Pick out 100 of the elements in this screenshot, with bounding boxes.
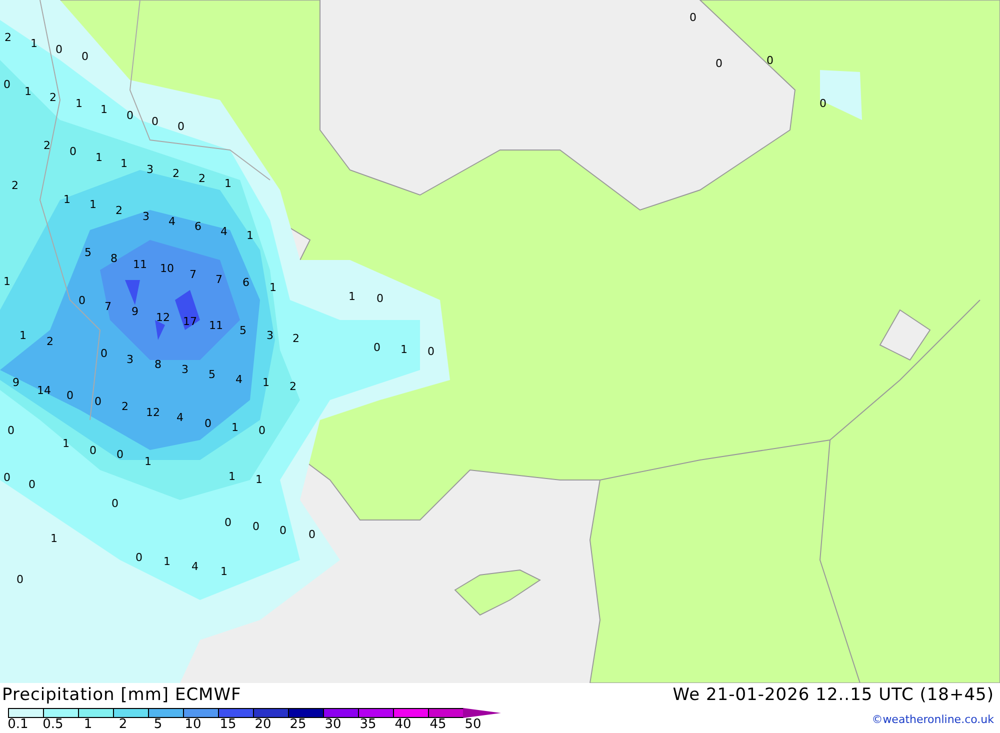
precipitation-value: 0 xyxy=(690,12,696,24)
legend-tick-label: 10 xyxy=(184,718,202,732)
precipitation-value: 5 xyxy=(240,325,246,337)
precipitation-value: 0 xyxy=(82,51,88,63)
precipitation-value: 6 xyxy=(242,277,250,289)
precipitation-value: 3 xyxy=(146,164,154,176)
precipitation-value: 0 xyxy=(136,552,142,564)
precipitation-value: 1 xyxy=(20,330,26,342)
precipitation-value: 4 xyxy=(168,216,176,228)
precipitation-value: 2 xyxy=(12,180,18,192)
precipitation-value: 0 xyxy=(4,472,10,484)
precipitation-value: 3 xyxy=(142,211,150,223)
precipitation-value: 2 xyxy=(290,381,296,393)
precipitation-value: 1 xyxy=(164,556,170,568)
precipitation-value: 1 xyxy=(232,422,238,434)
precipitation-value: 12 xyxy=(146,407,160,419)
legend-tick-label: 40 xyxy=(394,718,412,732)
legend-tick-label: 30 xyxy=(324,718,342,732)
precipitation-value: 3 xyxy=(126,354,134,366)
precipitation-value: 3 xyxy=(266,330,274,342)
precipitation-value: 1 xyxy=(400,344,408,356)
precipitation-value: 1 xyxy=(246,230,254,242)
legend-tick-label: 20 xyxy=(254,718,272,732)
precipitation-value: 1 xyxy=(30,38,38,50)
precipitation-value: 2 xyxy=(46,336,54,348)
precipitation-value: 0 xyxy=(66,390,74,402)
precipitation-value: 1 xyxy=(228,471,236,483)
precipitation-value: 6 xyxy=(194,221,202,233)
precipitation-value: 0 xyxy=(126,110,134,122)
precipitation-value: 5 xyxy=(84,247,92,259)
legend-arrow-icon xyxy=(463,708,501,718)
precipitation-value: 0 xyxy=(16,574,24,586)
precipitation-value: 2 xyxy=(172,168,180,180)
forecast-datetime: We 21-01-2026 12..15 UTC (18+45) xyxy=(672,685,994,705)
precipitation-value: 1 xyxy=(24,86,32,98)
precipitation-value: 2 xyxy=(292,333,300,345)
precipitation-value: 0 xyxy=(8,425,14,437)
legend-tick-label: 25 xyxy=(288,718,308,732)
precipitation-value: 0 xyxy=(78,295,86,307)
precipitation-value: 12 xyxy=(156,312,170,324)
precipitation-value: 0 xyxy=(280,525,286,537)
precipitation-value: 0 xyxy=(766,55,774,67)
precipitation-value: 0 xyxy=(4,79,10,91)
precipitation-value: 1 xyxy=(90,199,96,211)
precipitation-value: 8 xyxy=(110,253,118,265)
precipitation-value: 1 xyxy=(120,158,128,170)
precipitation-value: 2 xyxy=(44,140,50,152)
precipitation-value: 1 xyxy=(270,282,276,294)
precipitation-value: 1 xyxy=(262,377,270,389)
precipitation-value: 7 xyxy=(216,274,222,286)
precipitation-value: 2 xyxy=(122,401,128,413)
precipitation-value: 1 xyxy=(96,152,102,164)
precipitation-value: 0 xyxy=(204,418,212,430)
legend-tick-label: 0.5 xyxy=(42,718,64,732)
precipitation-value: 0 xyxy=(252,521,260,533)
precipitation-value: 1 xyxy=(348,291,356,303)
precipitation-value: 0 xyxy=(820,98,826,110)
precipitation-value: 0 xyxy=(112,498,118,510)
precipitation-value: 4 xyxy=(176,412,184,424)
precipitation-value: 9 xyxy=(132,306,138,318)
precipitation-value: 2 xyxy=(50,92,56,104)
precipitation-value: 1 xyxy=(256,474,262,486)
precipitation-value: 1 xyxy=(4,276,10,288)
precipitation-value: 0 xyxy=(56,44,62,56)
precipitation-value: 4 xyxy=(192,561,198,573)
precipitation-value: 1 xyxy=(62,438,70,450)
precipitation-value: 0 xyxy=(716,58,722,70)
precipitation-value: 0 xyxy=(374,342,380,354)
precipitation-value: 11 xyxy=(209,320,223,332)
precipitation-value: 0 xyxy=(28,479,36,491)
precipitation-value: 1 xyxy=(220,566,228,578)
precipitation-value: 8 xyxy=(154,359,162,371)
precipitation-value: 0 xyxy=(258,425,266,437)
precipitation-value: 2 xyxy=(198,173,206,185)
precipitation-value: 5 xyxy=(208,369,216,381)
precipitation-value: 0 xyxy=(224,517,232,529)
precipitation-value: 0 xyxy=(70,146,76,158)
legend-tick-label: 5 xyxy=(152,718,164,732)
legend-tick-label: 45 xyxy=(428,718,448,732)
precipitation-value: 0 xyxy=(100,348,108,360)
precipitation-value: 0 xyxy=(308,529,316,541)
precipitation-value: 0 xyxy=(376,293,384,305)
legend-tick-label: 1 xyxy=(82,718,94,732)
precipitation-value: 11 xyxy=(133,259,147,271)
precipitation-value: 1 xyxy=(224,178,232,190)
precipitation-value: 9 xyxy=(12,377,20,389)
chart-title: Precipitation [mm] ECMWF xyxy=(2,685,242,705)
precipitation-value: 0 xyxy=(152,116,158,128)
precipitation-value: 7 xyxy=(104,301,112,313)
precipitation-value: 0 xyxy=(90,445,96,457)
credit-link[interactable]: ©weatheronline.co.uk xyxy=(872,713,994,726)
precipitation-value: 0 xyxy=(116,449,124,461)
precipitation-value: 0 xyxy=(428,346,434,358)
precipitation-value: 10 xyxy=(160,263,174,275)
precipitation-value: 1 xyxy=(50,533,58,545)
precipitation-value: 2 xyxy=(4,32,12,44)
precipitation-value: 1 xyxy=(76,98,82,110)
legend-tick-label: 35 xyxy=(358,718,378,732)
precipitation-value: 0 xyxy=(178,121,184,133)
precipitation-value: 4 xyxy=(236,374,242,386)
